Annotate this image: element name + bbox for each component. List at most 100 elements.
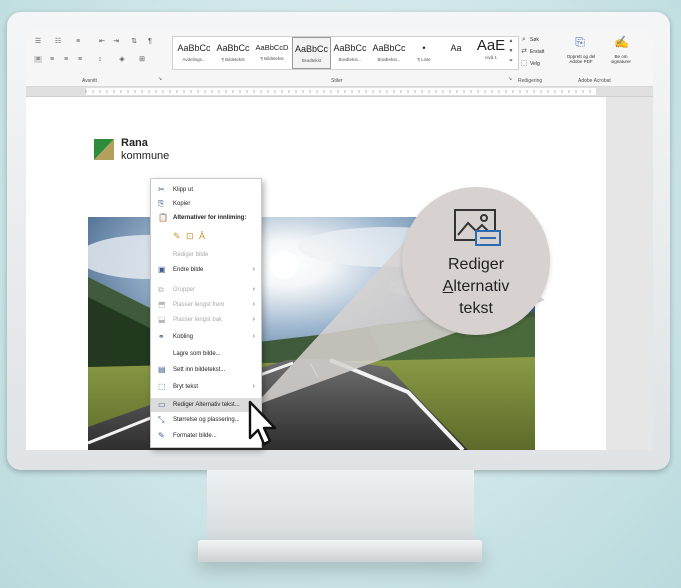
find-label[interactable]: Søk [530, 37, 539, 43]
request-signatures-label[interactable]: Be om signaturer [604, 54, 638, 64]
menu-item[interactable]: ⤡ Størrelse og plassering... [151, 413, 261, 427]
style-name: nivå 1 [484, 55, 497, 60]
replace-icon[interactable]: ⇄ [520, 48, 528, 55]
submenu-arrow-icon: › [252, 333, 255, 340]
align-right-icon[interactable]: ≡ [62, 56, 70, 63]
search-icon[interactable]: ⌕ [520, 36, 528, 43]
group-label-paragraph: Avsnitt [82, 78, 97, 84]
context-menu: ✂ Klipp ut ⎘ Kopier 📋 Alternativer for innlim… [150, 178, 262, 448]
create-pdf-label[interactable]: Opprett og del Adobe PDF [560, 54, 602, 64]
menu-item[interactable]: ✎ Formater bilde... [151, 429, 261, 443]
horizontal-ruler[interactable] [26, 87, 653, 97]
menu-item[interactable]: ⬚ Bryt tekst › [151, 380, 261, 394]
style-sample: AaBbCcD [255, 43, 289, 52]
style-item[interactable]: AaBbCc Brødtekst... [370, 37, 408, 69]
bullets-icon[interactable]: ☰ [34, 38, 42, 45]
menu-item[interactable]: ⬓ Plasser lengst bak › [151, 313, 261, 327]
request-signatures-icon[interactable]: ✍ [614, 36, 629, 48]
format-picture-icon: ✎ [158, 431, 165, 440]
menu-item[interactable]: 📋 Alternativer for innliming: [151, 211, 261, 225]
menu-item-label: Klipp ut [173, 187, 194, 193]
monitor-stand-base [198, 540, 482, 562]
menu-item[interactable]: ▣ Endre bilde › [151, 263, 261, 277]
menu-item-label: Formater bilde... [173, 433, 217, 439]
alt-text-callout: Rediger Alternativ tekst [402, 187, 550, 335]
pilcrow-icon[interactable]: ¶ [146, 38, 154, 45]
menu-item[interactable]: ⬒ Plasser lengst frem › [151, 298, 261, 312]
styles-gallery: AaBbCc Avdelings... AaBbCc ¶ Bildetekst … [172, 36, 519, 70]
menu-item[interactable]: ▤ Sett inn bildetekst... [151, 363, 261, 377]
style-item[interactable]: AaE nivå 1 [473, 37, 509, 69]
change-picture-icon: ▣ [158, 265, 166, 274]
style-item[interactable]: Aa [441, 37, 471, 69]
decrease-indent-icon[interactable]: ⇤ [98, 38, 106, 45]
style-item[interactable]: AaBbCc Avdelings... [175, 37, 213, 69]
style-item[interactable]: AaBbCc Brødtekst... [331, 37, 369, 69]
style-item[interactable]: AaBbCc ¶ Bildetekst [214, 37, 252, 69]
style-sample: Aa [450, 43, 462, 53]
styles-launcher-icon[interactable]: ↘ [506, 76, 514, 83]
paste-text-only-icon[interactable]: Ā [199, 231, 209, 241]
style-name: ¶ Liste [417, 57, 431, 62]
callout-line-2: Alternativ [402, 276, 550, 298]
menu-item[interactable]: Lagre som bilde... [151, 347, 261, 361]
document-margin-area [606, 97, 653, 450]
menu-item-label: Rediger bilde [173, 252, 209, 258]
menu-item[interactable]: ✂ Klipp ut [151, 183, 261, 197]
numbering-icon[interactable]: ☷ [54, 38, 62, 45]
menu-item[interactable]: Rediger bilde [151, 248, 261, 262]
justify-icon[interactable]: ≡ [76, 56, 84, 63]
menu-item-label: Kobling [173, 334, 194, 340]
replace-label[interactable]: Erstatt [530, 49, 544, 55]
menu-item[interactable]: ⧉ Grupper › [151, 283, 261, 297]
callout-access-key: A [442, 278, 454, 295]
align-center-icon[interactable]: ≡ [48, 56, 56, 63]
style-sample: AaBbCc [177, 43, 211, 53]
style-item-selected[interactable]: AaBbCc Brødtekst [292, 37, 331, 69]
menu-item[interactable]: ▭ Rediger Alternativ tekst... [151, 398, 261, 412]
style-name: ¶ Bildetekst [260, 56, 284, 61]
increase-indent-icon[interactable]: ⇥ [112, 38, 120, 45]
menu-item[interactable]: ⎘ Kopier [151, 197, 261, 211]
submenu-arrow-icon: › [252, 301, 255, 308]
scissors-icon: ✂ [158, 185, 165, 194]
menu-item-label: Kopier [173, 201, 191, 207]
style-sample: AaBbCc [216, 43, 250, 53]
group-label-styles: Stiler [331, 78, 343, 84]
group-label-acrobat: Adobe Acrobat [578, 78, 611, 84]
rana-logo-icon [94, 139, 114, 160]
select-label[interactable]: Velg [530, 61, 540, 67]
style-item[interactable]: • ¶ Liste [409, 37, 439, 69]
menu-item[interactable]: ⚭ Kobling › [151, 330, 261, 344]
menu-item-label: Størrelse og plassering... [173, 417, 240, 423]
borders-icon[interactable]: ⊞ [138, 56, 146, 63]
submenu-arrow-icon: › [252, 286, 255, 293]
menu-item-label: Lagre som bilde... [173, 351, 221, 357]
line-spacing-icon[interactable]: ↕ [96, 56, 104, 63]
style-name: Brødtekst... [377, 57, 401, 62]
shading-icon[interactable]: ◈ [118, 56, 126, 63]
size-icon: ⤡ [158, 415, 165, 424]
menu-item-label: Bryt tekst [173, 384, 199, 390]
wrap-text-icon: ⬚ [158, 382, 166, 391]
style-sample: AaBbCc [333, 43, 367, 53]
menu-item-label: Sett inn bildetekst... [173, 367, 226, 373]
select-icon[interactable]: ⬚ [520, 60, 528, 67]
gallery-scroll-up-icon[interactable]: ▲ [507, 38, 515, 45]
gallery-more-icon[interactable]: ⏷ [507, 58, 515, 65]
paste-merge-icon[interactable]: ⊡ [186, 231, 196, 241]
align-left-icon[interactable]: ≡ [34, 56, 42, 63]
multilevel-list-icon[interactable]: ≡ [74, 38, 82, 45]
sort-icon[interactable]: ⇅ [130, 38, 138, 45]
alt-text-icon [454, 209, 501, 246]
style-sample: AaBbCc [372, 43, 406, 53]
dialog-launcher-icon[interactable]: ↘ [156, 76, 164, 83]
style-name: Brødtekst... [338, 57, 362, 62]
create-pdf-icon[interactable]: ⎘ [574, 36, 586, 48]
paste-icon: 📋 [158, 213, 168, 222]
gallery-scroll-down-icon[interactable]: ▼ [507, 48, 515, 55]
paste-keep-formatting-icon[interactable]: ✎ [173, 231, 183, 241]
style-item[interactable]: AaBbCcD ¶ Bildetekst [253, 37, 291, 69]
bring-forward-icon: ⬒ [158, 300, 166, 309]
submenu-arrow-icon: › [252, 266, 255, 273]
